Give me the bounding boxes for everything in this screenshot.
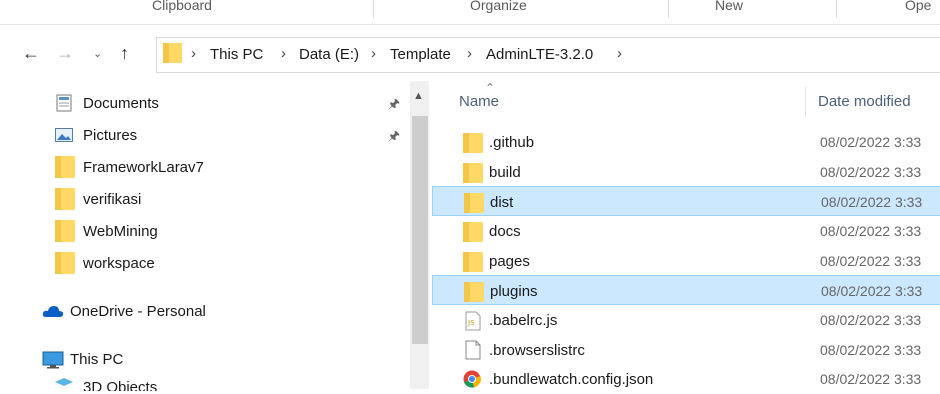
ribbon-group-organize: Organize xyxy=(470,0,527,13)
folder-icon xyxy=(55,188,75,210)
recent-locations-chevron-icon[interactable]: ⌄ xyxy=(93,44,102,64)
svg-text:JS: JS xyxy=(467,319,475,327)
pictures-icon xyxy=(55,128,73,142)
scroll-up-icon[interactable]: ▲ xyxy=(413,90,424,102)
nav-item-frameworklarav7[interactable]: FrameworkLarav7 xyxy=(0,151,410,183)
documents-icon xyxy=(56,94,72,112)
nav-item-this-pc[interactable]: This PC xyxy=(0,343,410,375)
ribbon-group-open: Ope xyxy=(905,0,932,13)
nav-item-label: 3D Objects xyxy=(83,379,158,391)
folder-icon xyxy=(463,222,483,242)
file-row-github[interactable]: .github 08/02/2022 3:33 xyxy=(432,127,940,157)
chrome-file-icon xyxy=(463,370,481,388)
nav-item-documents[interactable]: Documents 🖈 xyxy=(0,87,410,119)
nav-item-onedrive[interactable]: OneDrive - Personal xyxy=(0,295,410,327)
ribbon-divider xyxy=(668,0,669,18)
file-name: pages xyxy=(489,253,530,270)
breadcrumb-separator-icon[interactable]: › xyxy=(281,45,286,62)
file-date: 08/02/2022 3:33 xyxy=(820,342,922,358)
nav-item-label: FrameworkLarav7 xyxy=(83,159,204,176)
file-name: plugins xyxy=(490,283,538,300)
folder-icon xyxy=(464,282,484,302)
navigation-pane: Documents 🖈 Pictures 🖈 FrameworkLarav7 v… xyxy=(0,81,429,391)
file-date: 08/02/2022 3:33 xyxy=(820,312,922,328)
breadcrumb-separator-icon[interactable]: › xyxy=(191,45,196,62)
nav-item-label: Pictures xyxy=(83,127,138,144)
ribbon-group-labels: Clipboard Organize New Ope xyxy=(0,0,940,24)
file-row-browserslistrc[interactable]: .browserslistrc 08/02/2022 3:33 xyxy=(432,335,940,365)
column-header-name[interactable]: Name xyxy=(459,93,499,110)
nav-item-label: verifikasi xyxy=(83,191,142,208)
file-name: docs xyxy=(489,223,521,240)
file-name: .github xyxy=(489,134,535,151)
breadcrumb-separator-icon[interactable]: › xyxy=(467,45,472,62)
breadcrumb-separator-icon[interactable]: › xyxy=(371,45,376,62)
file-row-dist[interactable]: dist 08/02/2022 3:33 xyxy=(432,186,940,216)
folder-icon xyxy=(463,252,483,272)
nav-item-workspace[interactable]: workspace xyxy=(0,247,410,279)
nav-item-label: Documents xyxy=(83,95,159,112)
column-divider[interactable] xyxy=(805,87,806,117)
nav-item-webmining[interactable]: WebMining xyxy=(0,215,410,247)
file-name: .browserslistrc xyxy=(489,342,585,359)
breadcrumb-separator-icon[interactable]: › xyxy=(617,45,622,62)
ribbon-divider xyxy=(836,0,837,18)
nav-item-label: WebMining xyxy=(83,223,158,240)
breadcrumb-template[interactable]: Template xyxy=(390,46,451,63)
up-arrow-icon[interactable]: ↑ xyxy=(120,43,129,63)
this-pc-icon xyxy=(42,351,64,369)
folder-icon xyxy=(464,193,484,213)
file-row-build[interactable]: build 08/02/2022 3:33 xyxy=(432,157,940,187)
breadcrumb-adminlte[interactable]: AdminLTE-3.2.0 xyxy=(486,46,593,63)
nav-item-label: OneDrive - Personal xyxy=(70,303,206,320)
file-icon xyxy=(465,340,481,360)
nav-item-label: This PC xyxy=(70,351,124,368)
file-name: dist xyxy=(490,194,514,211)
onedrive-icon xyxy=(42,306,64,317)
ribbon-group-new: New xyxy=(715,0,744,13)
file-date: 08/02/2022 3:33 xyxy=(820,253,922,269)
breadcrumb-this-pc[interactable]: This PC xyxy=(210,46,263,63)
nav-item-label: workspace xyxy=(83,255,155,272)
forward-arrow-icon[interactable]: → xyxy=(56,43,74,63)
ribbon-group-clipboard: Clipboard xyxy=(152,0,212,13)
file-row-plugins[interactable]: plugins 08/02/2022 3:33 xyxy=(432,275,940,305)
nav-scrollbar-thumb[interactable] xyxy=(412,116,428,344)
back-arrow-icon[interactable]: ← xyxy=(22,43,40,63)
file-date: 08/02/2022 3:33 xyxy=(820,134,922,150)
ribbon-divider xyxy=(373,0,374,18)
file-date: 08/02/2022 3:33 xyxy=(820,164,922,180)
3d-objects-icon xyxy=(55,378,73,386)
file-row-docs[interactable]: docs 08/02/2022 3:33 xyxy=(432,216,940,246)
file-name: build xyxy=(489,164,521,181)
file-row-bundlewatch[interactable]: .bundlewatch.config.json 08/02/2022 3:33 xyxy=(432,364,940,394)
file-list: ⌃ Name Date modified .github 08/02/2022 … xyxy=(430,81,940,389)
file-date: 08/02/2022 3:33 xyxy=(821,283,923,299)
pin-icon[interactable]: 🖈 xyxy=(388,127,400,149)
folder-icon xyxy=(55,156,75,178)
nav-item-pictures[interactable]: Pictures 🖈 xyxy=(0,119,410,151)
breadcrumb-data-e[interactable]: Data (E:) xyxy=(299,46,359,63)
folder-icon xyxy=(463,163,483,183)
folder-icon xyxy=(463,133,483,153)
file-row-pages[interactable]: pages 08/02/2022 3:33 xyxy=(432,246,940,276)
file-name: .bundlewatch.config.json xyxy=(489,371,654,388)
file-row-babelrc[interactable]: JS .babelrc.js 08/02/2022 3:33 xyxy=(432,305,940,335)
address-bar-row: ← → ⌄ ↑ › This PC › Data (E:) › Template… xyxy=(0,25,940,81)
column-header-date-modified[interactable]: Date modified xyxy=(818,93,911,110)
file-date: 08/02/2022 3:33 xyxy=(820,371,922,387)
file-date: 08/02/2022 3:33 xyxy=(820,223,922,239)
pin-icon[interactable]: 🖈 xyxy=(388,95,400,117)
file-name: .babelrc.js xyxy=(489,312,558,329)
file-date: 08/02/2022 3:33 xyxy=(821,194,923,210)
folder-icon xyxy=(55,220,75,242)
js-file-icon: JS xyxy=(465,311,481,331)
folder-icon xyxy=(163,43,182,63)
nav-item-verifikasi[interactable]: verifikasi xyxy=(0,183,410,215)
folder-icon xyxy=(55,252,75,274)
